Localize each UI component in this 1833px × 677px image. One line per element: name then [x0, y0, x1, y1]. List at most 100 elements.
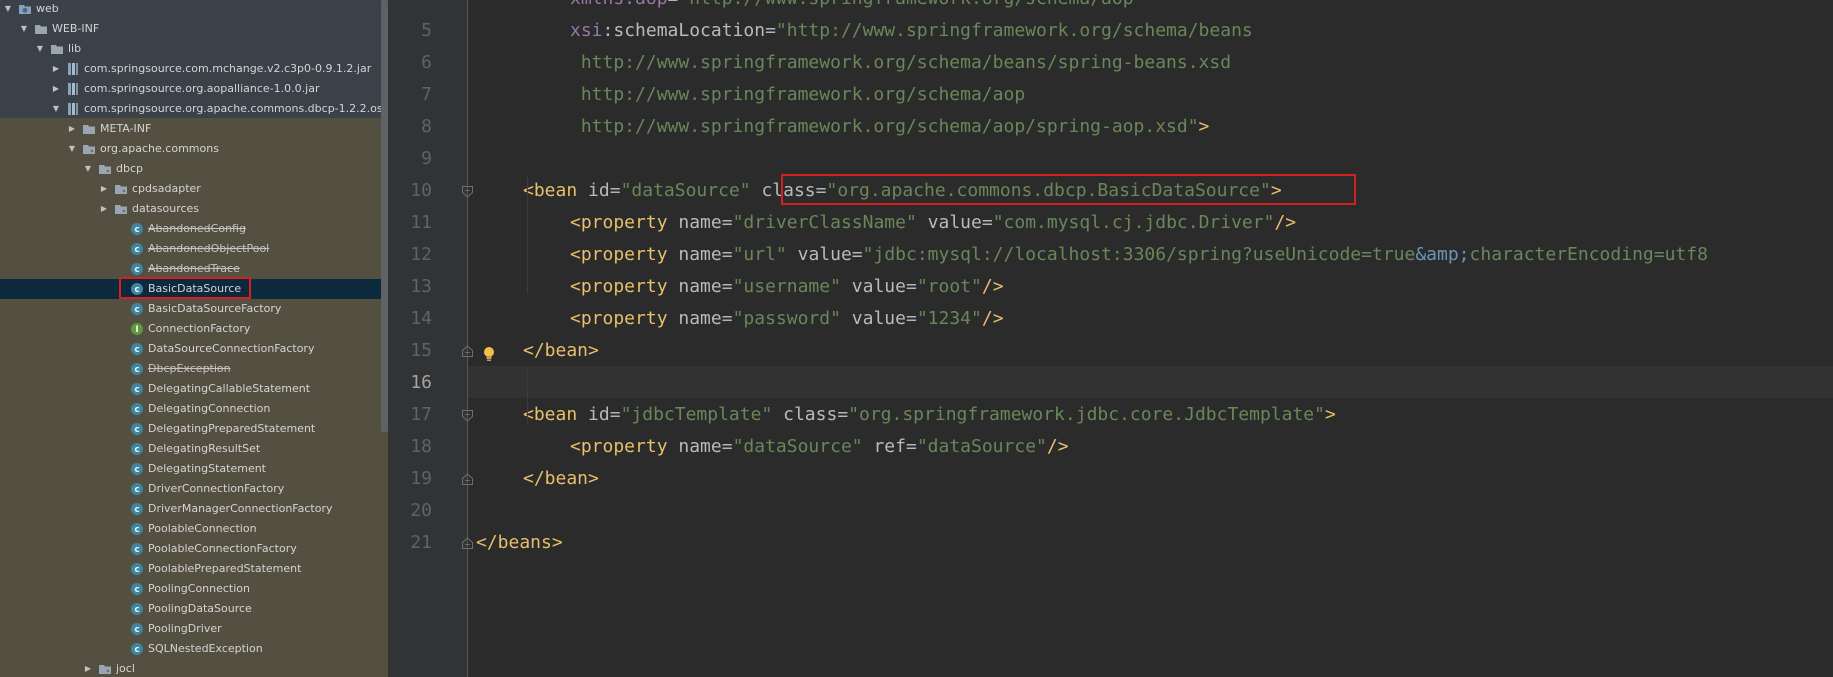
tree-item-label: com.springsource.com.mchange.v2.c3p0-0.9…: [84, 62, 372, 75]
code-token: />: [981, 308, 1004, 329]
collapse-arrow-icon[interactable]: ▶: [66, 119, 78, 139]
code-token: =: [609, 180, 621, 201]
svg-text:c: c: [134, 405, 139, 415]
code-editor[interactable]: xmlns:aop="http://www.springframework.or…: [389, 0, 1833, 677]
tree-item-label: DriverManagerConnectionFactory: [148, 502, 333, 515]
line-number[interactable]: 7: [389, 79, 432, 111]
code-line[interactable]: <property name="url" value="jdbc:mysql:/…: [570, 239, 1708, 271]
expand-arrow-icon[interactable]: ▼: [2, 0, 14, 19]
collapse-arrow-icon[interactable]: ▶: [50, 59, 62, 79]
tree-item[interactable]: ▶ datasources: [0, 199, 388, 219]
tree-item[interactable]: c PoolingDataSource: [0, 599, 388, 619]
line-number[interactable]: 15: [389, 335, 432, 367]
line-number[interactable]: 20: [389, 495, 432, 527]
code-line[interactable]: </bean>: [523, 463, 599, 495]
collapse-arrow-icon[interactable]: ▶: [98, 179, 110, 199]
tree-item[interactable]: c PoolableConnection: [0, 519, 388, 539]
line-number[interactable]: 13: [389, 271, 432, 303]
code-line[interactable]: <property name="username" value="root"/>: [570, 271, 1004, 303]
tree-item[interactable]: c DelegatingPreparedStatement: [0, 419, 388, 439]
code-line[interactable]: xsi:schemaLocation="http://www.springfra…: [570, 15, 1253, 47]
lightbulb-icon[interactable]: [481, 345, 497, 363]
expand-arrow-icon[interactable]: ▼: [66, 139, 78, 159]
line-number[interactable]: 18: [389, 431, 432, 463]
tree-item[interactable]: ▶ META-INF: [0, 119, 388, 139]
code-line[interactable]: <property name="driverClassName" value="…: [570, 207, 1296, 239]
tree-item[interactable]: ▶ cpdsadapter: [0, 179, 388, 199]
tree-item[interactable]: c DataSourceConnectionFactory: [0, 339, 388, 359]
code-token: "1234": [916, 308, 982, 329]
tree-item[interactable]: c PoolingConnection: [0, 579, 388, 599]
line-number[interactable]: 14: [389, 303, 432, 335]
collapse-arrow-icon[interactable]: ▶: [98, 199, 110, 219]
tree-item[interactable]: c AbandonedObjectPool: [0, 239, 388, 259]
expand-arrow-icon[interactable]: ▼: [18, 19, 30, 39]
tree-item[interactable]: c DriverManagerConnectionFactory: [0, 499, 388, 519]
code-token: </beans>: [476, 532, 563, 553]
collapse-arrow-icon[interactable]: ▶: [82, 659, 94, 677]
tree-item[interactable]: c BasicDataSourceFactory: [0, 299, 388, 319]
code-token: value: [851, 276, 906, 297]
line-number[interactable]: 17: [389, 399, 432, 431]
fold-open-icon[interactable]: [461, 409, 474, 422]
tree-item-label: DelegatingStatement: [148, 462, 266, 475]
tree-item[interactable]: c AbandonedConfig: [0, 219, 388, 239]
tree-item[interactable]: c PoolingDriver: [0, 619, 388, 639]
tree-item[interactable]: c SQLNestedException: [0, 639, 388, 659]
code-line[interactable]: <property name="password" value="1234"/>: [570, 303, 1004, 335]
tree-item[interactable]: c DriverConnectionFactory: [0, 479, 388, 499]
line-number[interactable]: 16: [389, 367, 432, 399]
current-line-highlight: [468, 366, 1833, 398]
tree-item[interactable]: c DelegatingResultSet: [0, 439, 388, 459]
line-number[interactable]: 5: [389, 15, 432, 47]
expand-arrow-icon[interactable]: ▼: [50, 99, 62, 119]
tree-item[interactable]: ▼ org.apache.commons: [0, 139, 388, 159]
code-token: =: [905, 308, 917, 329]
line-number[interactable]: 21: [389, 527, 432, 559]
collapse-arrow-icon[interactable]: ▶: [50, 79, 62, 99]
tree-scrollbar[interactable]: [381, 0, 388, 432]
tree-item[interactable]: c DelegatingConnection: [0, 399, 388, 419]
tree-item[interactable]: c PoolablePreparedStatement: [0, 559, 388, 579]
tree-item[interactable]: ▼ lib: [0, 39, 388, 59]
code-line[interactable]: http://www.springframework.org/schema/ao…: [570, 79, 1025, 111]
class-icon: c: [130, 242, 144, 256]
tree-item[interactable]: I ConnectionFactory: [0, 319, 388, 339]
tree-item[interactable]: c DbcpException: [0, 359, 388, 379]
tree-item[interactable]: ▶ jocl: [0, 659, 388, 677]
fold-close-icon[interactable]: [461, 345, 474, 358]
line-number[interactable]: 11: [389, 207, 432, 239]
code-line[interactable]: http://www.springframework.org/schema/be…: [570, 47, 1231, 79]
tree-item[interactable]: ▶ com.springsource.org.aopalliance-1.0.0.…: [0, 79, 388, 99]
project-tree-panel[interactable]: ▼ web ▼ WEB-INF ▼ lib ▶ com.springsource.com.mc…: [0, 0, 388, 677]
tree-item[interactable]: c AbandonedTrace: [0, 259, 388, 279]
code-token: =: [851, 244, 863, 265]
line-number[interactable]: 19: [389, 463, 432, 495]
code-line[interactable]: <bean id="jdbcTemplate" class="org.sprin…: [523, 399, 1336, 431]
line-number[interactable]: 10: [389, 175, 432, 207]
tree-item[interactable]: ▼ web: [0, 0, 388, 19]
tree-item[interactable]: ▼ com.springsource.org.apache.commons.dbc…: [0, 99, 388, 119]
line-number[interactable]: 6: [389, 47, 432, 79]
line-number[interactable]: 9: [389, 143, 432, 175]
tree-item[interactable]: ▶ com.springsource.com.mchange.v2.c3p0-0.…: [0, 59, 388, 79]
fold-close-icon[interactable]: [461, 473, 474, 486]
code-line[interactable]: http://www.springframework.org/schema/ao…: [570, 111, 1210, 143]
fold-close-icon[interactable]: [461, 537, 474, 550]
line-number[interactable]: 12: [389, 239, 432, 271]
fold-open-icon[interactable]: [461, 185, 474, 198]
tree-item[interactable]: ▼ dbcp: [0, 159, 388, 179]
expand-arrow-icon[interactable]: ▼: [82, 159, 94, 179]
tree-item[interactable]: c DelegatingCallableStatement: [0, 379, 388, 399]
code-token: />: [981, 276, 1004, 297]
code-line[interactable]: </beans>: [476, 527, 563, 559]
tree-item[interactable]: c PoolableConnectionFactory: [0, 539, 388, 559]
code-line[interactable]: </bean>: [523, 335, 599, 367]
tree-item[interactable]: ▼ WEB-INF: [0, 19, 388, 39]
code-line[interactable]: xmlns:aop="http://www.springframework.or…: [570, 0, 1144, 15]
expand-arrow-icon[interactable]: ▼: [34, 39, 46, 59]
tree-item[interactable]: c DelegatingStatement: [0, 459, 388, 479]
line-number[interactable]: 8: [389, 111, 432, 143]
class-icon: c: [130, 362, 144, 376]
code-line[interactable]: <property name="dataSource" ref="dataSou…: [570, 431, 1069, 463]
